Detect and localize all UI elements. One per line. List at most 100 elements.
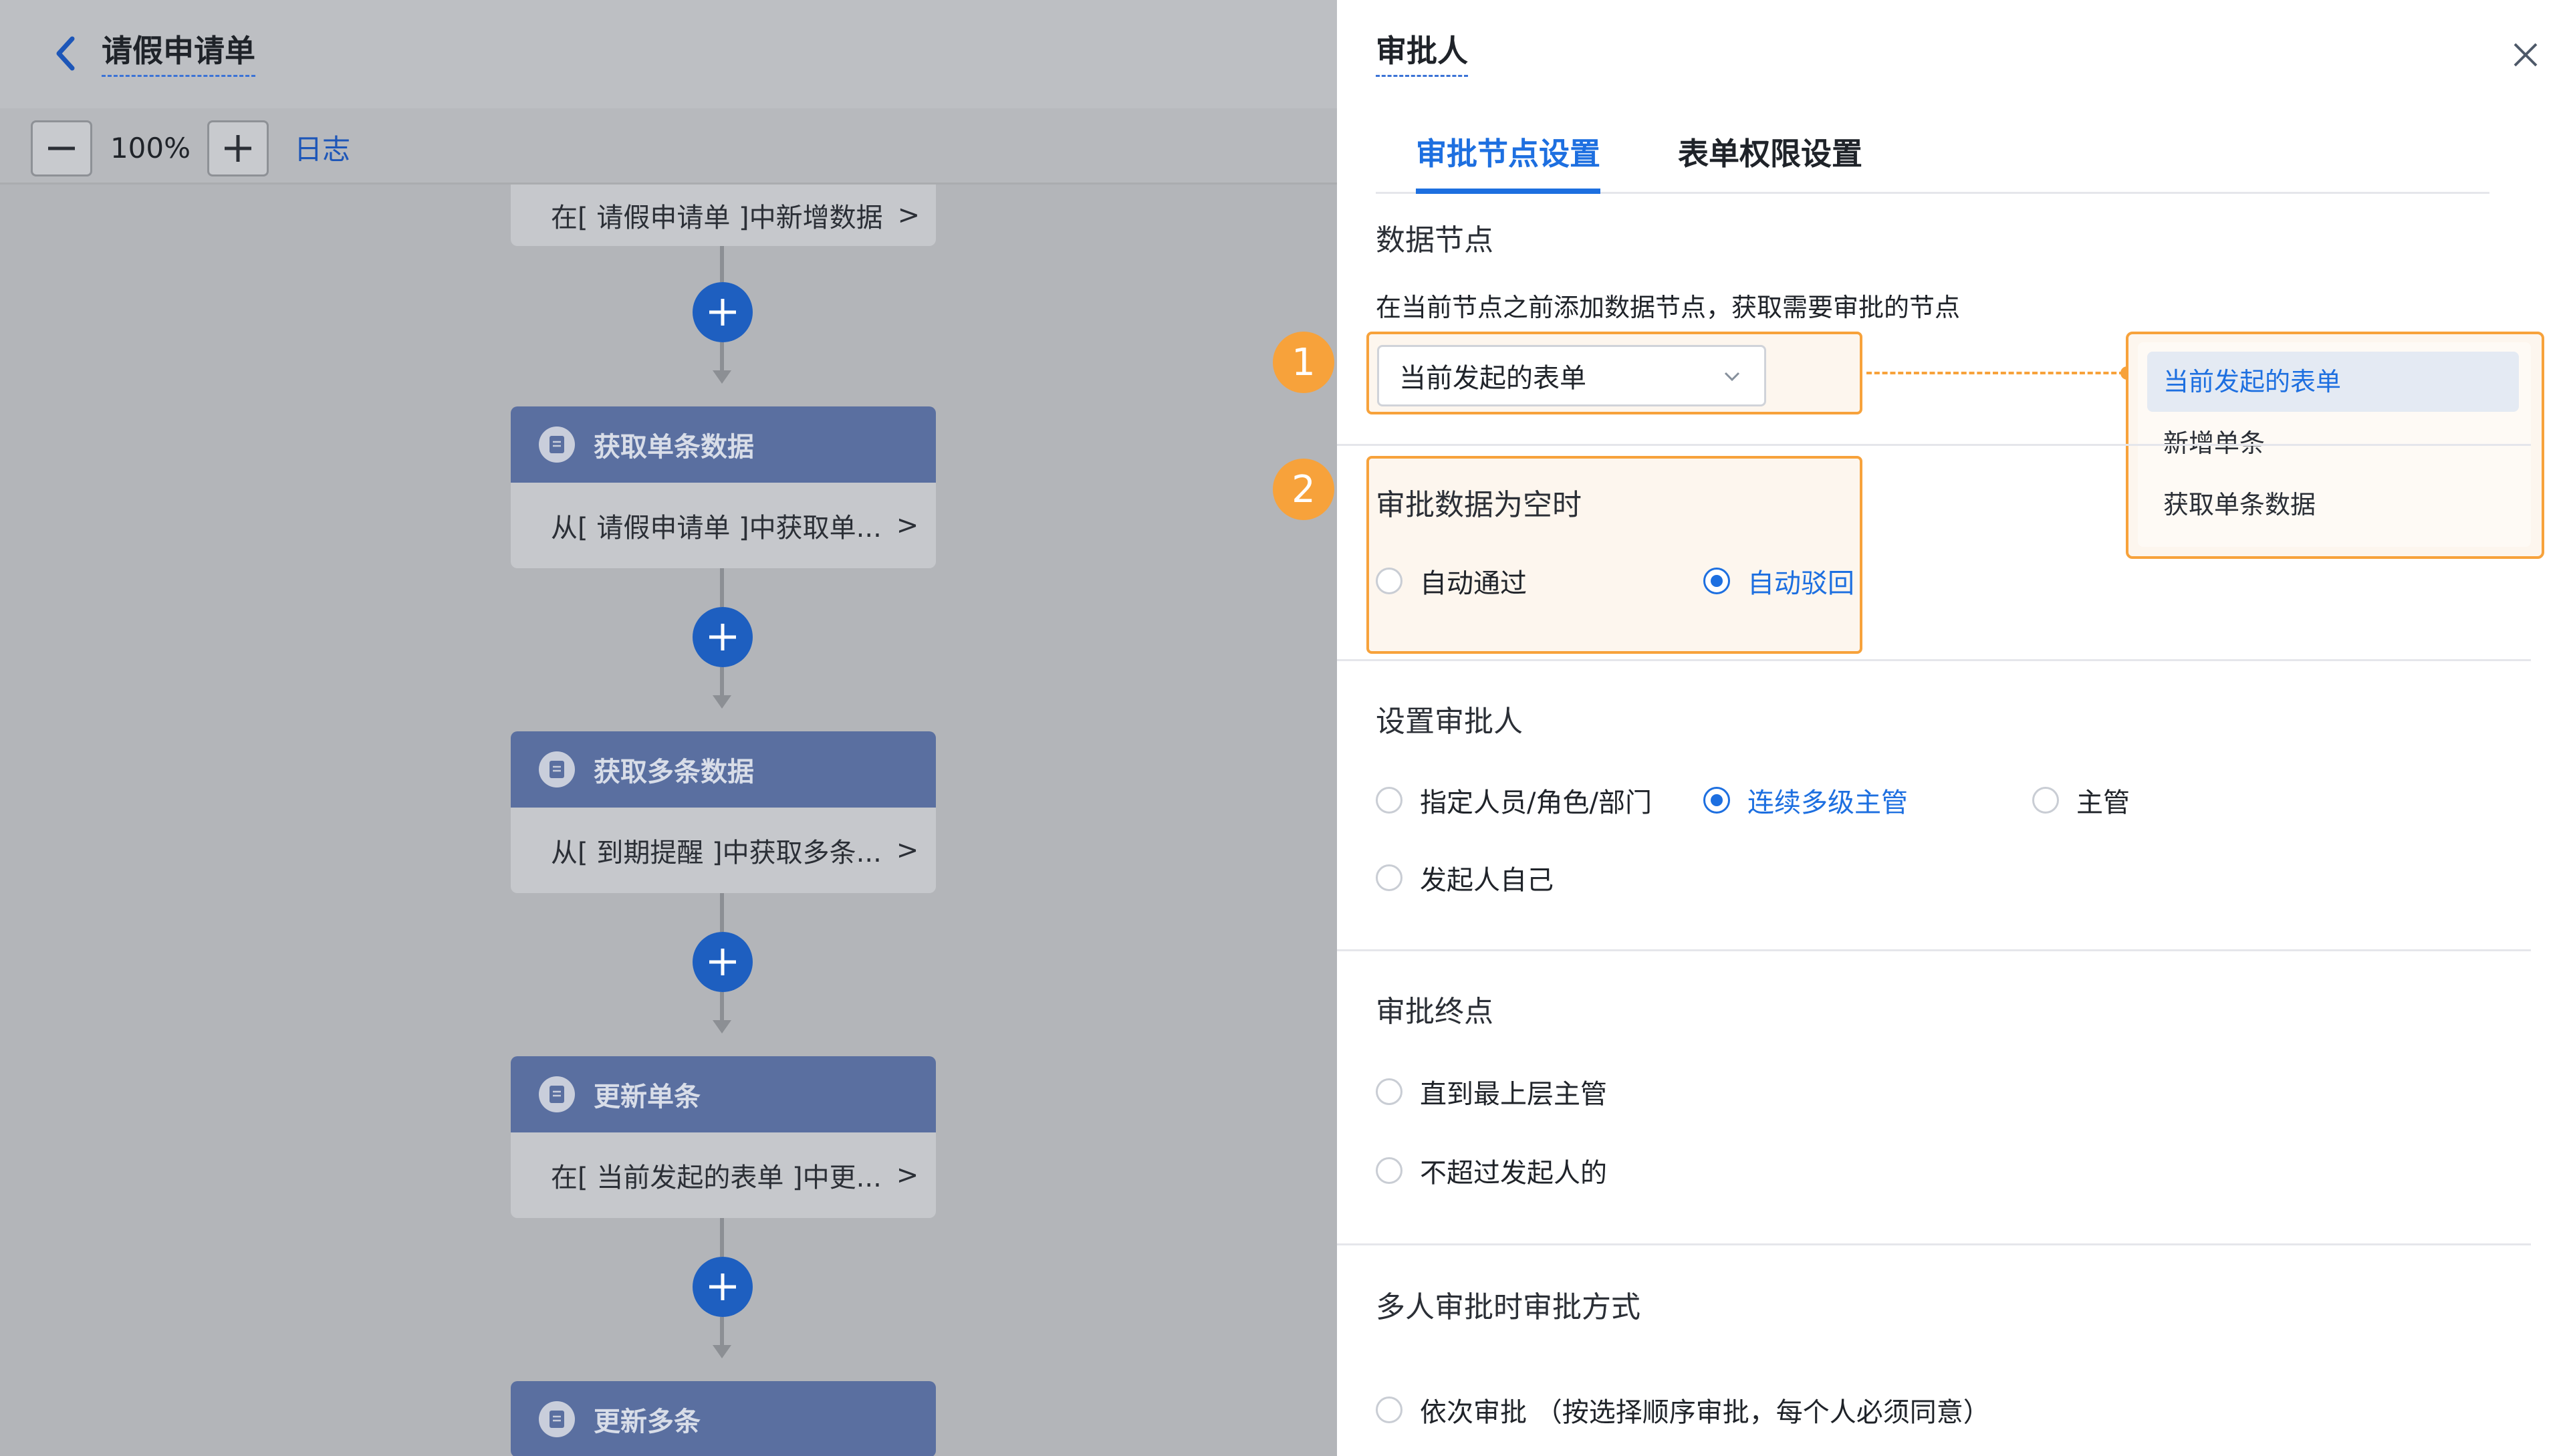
arrow-down-icon: [713, 695, 731, 709]
flow-connector: [720, 1317, 724, 1345]
flow-node-body: 从[ 请假申请单 ]中获取单... >: [511, 483, 936, 568]
page-title: 请假申请单: [102, 29, 255, 77]
flow-node-title: 更新多条: [594, 1407, 701, 1437]
plus-icon: [709, 949, 736, 975]
dropdown-option[interactable]: 当前发起的表单: [2147, 352, 2519, 412]
data-node-hint: 在当前节点之前添加数据节点，获取需要审批的节点: [1376, 293, 1961, 322]
radio-label: 连续多级主管: [1747, 787, 1908, 818]
data-node-title: 数据节点: [1376, 223, 1493, 257]
document-icon: [539, 751, 575, 787]
section-divider: [1337, 659, 2531, 661]
annotation-badge-2: 2: [1273, 459, 1334, 520]
flow-node-desc: 在[ 当前发起的表单 ]中更...: [551, 1163, 882, 1193]
flow-connector: [720, 992, 724, 1020]
arrow-down-icon: [713, 1345, 731, 1358]
flow-node-header: 获取多条数据: [511, 731, 936, 808]
chevron-left-icon: [56, 36, 75, 71]
radio-initiator-self[interactable]: 发起人自己: [1376, 858, 1554, 897]
panel-tabs: 审批节点设置 表单权限设置: [1376, 127, 2489, 194]
radio-label: 自动通过: [1420, 568, 1527, 599]
flow-node[interactable]: 更新多条: [511, 1381, 936, 1456]
flow-node-desc: 从[ 到期提醒 ]中获取多条...: [551, 838, 882, 868]
radio-multi-level-supervisor[interactable]: 连续多级主管: [1703, 781, 1908, 820]
radio-label: 发起人自己: [1420, 865, 1554, 896]
tab-form-permission-settings[interactable]: 表单权限设置: [1678, 127, 1862, 194]
radio-button-checked: [1703, 787, 1730, 814]
app-root: 请假申请单 100% 日志 在[ 请假申请单 ]中新增数据 > 获取单条数据 从…: [0, 0, 2567, 1456]
radio-button: [1376, 568, 1402, 594]
add-node-button[interactable]: [693, 1257, 753, 1317]
arrow-down-icon: [713, 1020, 731, 1034]
radio-auto-pass[interactable]: 自动通过: [1376, 562, 1527, 600]
empty-data-title: 审批数据为空时: [1376, 488, 1582, 522]
data-node-select-value: 当前发起的表单: [1399, 363, 1586, 394]
section-divider: [1337, 1243, 2531, 1245]
flow-node[interactable]: 获取多条数据 从[ 到期提醒 ]中获取多条... >: [511, 731, 936, 893]
radio-label: 依次审批 （按选择顺序审批，每个人必须同意）: [1420, 1397, 1990, 1428]
flow-node-desc: 从[ 请假申请单 ]中获取单...: [551, 513, 882, 543]
zoom-out-button[interactable]: [31, 120, 92, 176]
approver-title: 设置审批人: [1376, 705, 1523, 739]
add-node-button[interactable]: [693, 282, 753, 342]
radio-button: [1376, 864, 1402, 891]
flow-connector: [720, 568, 724, 607]
flow-card-add-data[interactable]: 在[ 请假申请单 ]中新增数据 >: [511, 185, 936, 246]
document-icon: [539, 1076, 575, 1112]
annotation-leader-line: [1866, 372, 2124, 374]
panel-title: 审批人: [1376, 29, 1468, 77]
dropdown-option[interactable]: 获取单条数据: [2147, 475, 2519, 535]
radio-supervisor[interactable]: 主管: [2032, 781, 2130, 820]
radio-button: [1376, 1397, 1402, 1423]
page-header: 请假申请单: [0, 0, 1337, 108]
flow-node-header: 更新单条: [511, 1056, 936, 1132]
zoom-level: 100%: [110, 132, 191, 164]
log-link[interactable]: 日志: [294, 128, 350, 171]
radio-top-supervisor[interactable]: 直到最上层主管: [1376, 1072, 1607, 1111]
chevron-down-icon: [1724, 372, 1740, 382]
radio-label: 直到最上层主管: [1420, 1079, 1607, 1110]
flow-node-header: 获取单条数据: [511, 406, 936, 483]
radio-auto-reject[interactable]: 自动驳回: [1703, 562, 1854, 600]
radio-label: 不超过发起人的: [1420, 1158, 1607, 1189]
radio-sequential-approval[interactable]: 依次审批 （按选择顺序审批，每个人必须同意）: [1376, 1390, 1990, 1429]
approver-panel: 审批人 审批节点设置 表单权限设置 数据节点 在当前节点之前添加数据节点，获取需…: [1273, 0, 2567, 1456]
minus-icon: [48, 146, 75, 150]
radio-button: [1376, 1157, 1402, 1184]
add-node-button[interactable]: [693, 607, 753, 667]
flow-node-title: 获取多条数据: [594, 757, 754, 787]
radio-designated-person[interactable]: 指定人员/角色/部门: [1376, 781, 1652, 820]
chevron-right-icon: >: [896, 835, 919, 866]
plus-icon: [709, 1273, 736, 1300]
chevron-right-icon: >: [896, 510, 919, 541]
flow-node-body: 在[ 当前发起的表单 ]中更... >: [511, 1132, 936, 1218]
dropdown-option[interactable]: 新增单条: [2147, 413, 2519, 473]
radio-label: 自动驳回: [1747, 568, 1854, 599]
flow-connector: [720, 893, 724, 932]
flow-node-title: 更新单条: [594, 1082, 701, 1112]
zoom-toolbar: 100% 日志: [0, 108, 1337, 185]
flow-node[interactable]: 更新单条 在[ 当前发起的表单 ]中更... >: [511, 1056, 936, 1218]
chevron-right-icon: >: [896, 1160, 919, 1191]
flow-node[interactable]: 获取单条数据 从[ 请假申请单 ]中获取单... >: [511, 406, 936, 568]
flow-card-text: 在[ 请假申请单 ]中新增数据: [551, 203, 883, 233]
end-point-title: 审批终点: [1376, 995, 1493, 1029]
tab-approval-node-settings[interactable]: 审批节点设置: [1416, 127, 1600, 194]
back-button[interactable]: [45, 29, 86, 78]
flow-node-body: 从[ 到期提醒 ]中获取多条... >: [511, 808, 936, 893]
flow-connector: [720, 246, 724, 282]
chevron-right-icon: >: [897, 200, 921, 231]
flow-diagram: 在[ 请假申请单 ]中新增数据 > 获取单条数据 从[ 请假申请单 ]中获取单.…: [0, 185, 1337, 1456]
radio-button: [1376, 1078, 1402, 1105]
flow-connector: [720, 1218, 724, 1257]
flow-node-header: 更新多条: [511, 1381, 936, 1456]
radio-not-exceed-initiator[interactable]: 不超过发起人的: [1376, 1151, 1607, 1190]
zoom-in-button[interactable]: [207, 120, 269, 176]
close-button[interactable]: [2501, 31, 2550, 79]
section-divider: [1337, 444, 2531, 446]
add-node-button[interactable]: [693, 932, 753, 992]
close-icon: [2514, 43, 2538, 67]
flow-node-title: 获取单条数据: [594, 432, 754, 463]
data-node-select[interactable]: 当前发起的表单: [1377, 345, 1766, 406]
annotation-badge-1: 1: [1273, 332, 1334, 393]
radio-button: [1376, 787, 1402, 814]
